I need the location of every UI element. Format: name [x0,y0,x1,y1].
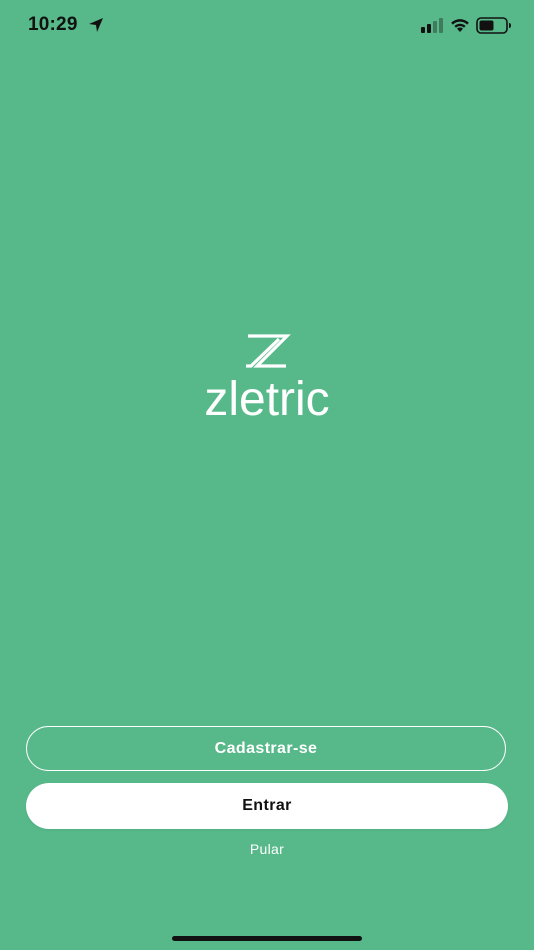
signup-button[interactable]: Cadastrar-se [26,726,506,771]
location-arrow-icon [89,18,103,32]
brand-logo: zletric [0,330,534,430]
wifi-icon [451,19,469,32]
status-time: 10:29 [28,14,78,35]
cellular-signal-icon [421,18,443,33]
welcome-screen: 10:29 zletric Cadastrar-se Entrar Pular [0,0,534,950]
login-button[interactable]: Entrar [26,783,508,829]
status-bar: 10:29 [0,0,534,52]
zletric-z-logo-icon [246,334,291,368]
skip-link[interactable]: Pular [0,841,534,857]
home-indicator [172,936,362,941]
battery-icon [476,17,511,34]
brand-wordmark: zletric [204,373,330,426]
